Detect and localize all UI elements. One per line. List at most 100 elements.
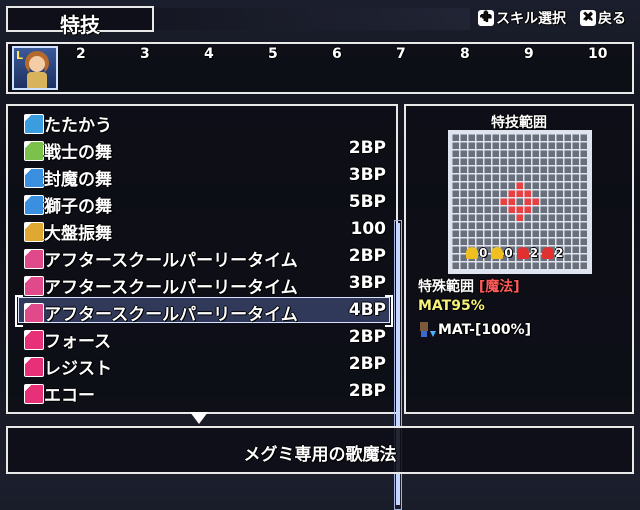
condition-value: 2 xyxy=(555,246,564,260)
party-slot-6[interactable]: 6 xyxy=(332,46,342,62)
range-cell xyxy=(564,190,571,197)
range-cell xyxy=(580,150,587,157)
range-cell xyxy=(476,134,483,141)
party-slot-4[interactable]: 4 xyxy=(204,46,214,62)
range-cell xyxy=(492,198,499,205)
range-cell xyxy=(532,174,539,181)
target-conditions: 0 0 2 2 xyxy=(466,246,563,260)
range-cell xyxy=(548,222,555,229)
range-cell xyxy=(508,214,515,221)
range-cell xyxy=(540,222,547,229)
range-cell xyxy=(532,238,539,245)
range-cell xyxy=(452,158,459,165)
skill-name: フォース xyxy=(44,332,112,352)
range-cell xyxy=(452,206,459,213)
range-cell xyxy=(492,230,499,237)
hint-skill-select: ✚ スキル選択 xyxy=(478,8,566,28)
range-cell xyxy=(508,166,515,173)
range-cell xyxy=(500,206,507,213)
skill-row[interactable]: アフタースクールパーリータイム 3BP xyxy=(20,272,386,298)
hint-back[interactable]: ✕ 戻る xyxy=(580,8,626,28)
party-slot-10[interactable]: 10 xyxy=(588,46,607,62)
range-cell xyxy=(564,142,571,149)
range-cell xyxy=(572,190,579,197)
range-cell xyxy=(540,190,547,197)
skill-name: 獅子の舞 xyxy=(44,197,112,217)
hint-back-label: 戻る xyxy=(598,11,626,27)
range-cell xyxy=(492,134,499,141)
skill-row[interactable]: 獅子の舞 5BP xyxy=(20,191,386,217)
range-cell xyxy=(476,214,483,221)
party-slot-2[interactable]: 2 xyxy=(76,46,86,62)
skill-row[interactable]: アフタースクールパーリータイム 4BP xyxy=(20,299,386,325)
range-cell xyxy=(548,134,555,141)
party-slot-3[interactable]: 3 xyxy=(140,46,150,62)
range-cell xyxy=(580,214,587,221)
range-cell xyxy=(492,174,499,181)
enemy-condition: 2 xyxy=(516,246,538,260)
range-cell xyxy=(516,198,523,205)
range-cell xyxy=(500,230,507,237)
range-cell xyxy=(460,182,467,189)
range-cell xyxy=(484,238,491,245)
range-cell xyxy=(500,198,507,205)
party-slot-9[interactable]: 9 xyxy=(524,46,534,62)
range-cell xyxy=(516,142,523,149)
range-cell xyxy=(564,182,571,189)
range-cell xyxy=(580,182,587,189)
character-portrait[interactable]: L xyxy=(12,46,58,90)
skill-row[interactable]: レジスト 2BP xyxy=(20,353,386,379)
range-cell xyxy=(452,222,459,229)
skill-row[interactable]: たたかう xyxy=(20,110,386,136)
range-cell xyxy=(548,182,555,189)
range-cell xyxy=(564,134,571,141)
range-cell xyxy=(452,150,459,157)
skill-row[interactable]: 大盤振舞 100 xyxy=(20,218,386,244)
party-slot-5[interactable]: 5 xyxy=(268,46,278,62)
skill-row[interactable]: エコー 2BP xyxy=(20,380,386,406)
range-cell xyxy=(468,166,475,173)
range-cell xyxy=(484,142,491,149)
party-slot-8[interactable]: 8 xyxy=(460,46,470,62)
body-shape xyxy=(27,72,47,88)
hint-skill-select-label: スキル選択 xyxy=(496,11,566,27)
range-cell xyxy=(452,238,459,245)
skill-icon xyxy=(24,141,44,161)
range-cell xyxy=(580,198,587,205)
range-cell xyxy=(524,262,531,269)
range-cell xyxy=(564,174,571,181)
range-cell xyxy=(524,214,531,221)
range-cell xyxy=(484,150,491,157)
range-cell xyxy=(556,262,563,269)
range-cell xyxy=(564,206,571,213)
scroll-down-arrow-icon[interactable] xyxy=(190,412,208,424)
range-cell xyxy=(556,206,563,213)
range-cell xyxy=(524,158,531,165)
range-cell xyxy=(452,166,459,173)
skill-row[interactable]: フォース 2BP xyxy=(20,326,386,352)
range-title: 特技範囲 xyxy=(491,115,547,131)
range-cell xyxy=(476,262,483,269)
party-slot-7[interactable]: 7 xyxy=(396,46,406,62)
range-cell xyxy=(452,262,459,269)
range-cell xyxy=(468,230,475,237)
skill-icon xyxy=(24,249,44,269)
range-cell xyxy=(460,206,467,213)
range-cell xyxy=(572,158,579,165)
range-cell xyxy=(540,166,547,173)
range-cell xyxy=(564,246,571,253)
range-cell xyxy=(484,198,491,205)
range-cell xyxy=(468,206,475,213)
range-cell xyxy=(564,222,571,229)
range-cell xyxy=(492,214,499,221)
skill-icon xyxy=(24,330,44,350)
skill-name: レジスト xyxy=(44,359,112,379)
skill-row[interactable]: 封魔の舞 3BP xyxy=(20,164,386,190)
range-cell xyxy=(540,150,547,157)
skill-row[interactable]: アフタースクールパーリータイム 2BP xyxy=(20,245,386,271)
skill-row[interactable]: 戦士の舞 2BP xyxy=(20,137,386,163)
range-cell xyxy=(580,262,587,269)
range-cell xyxy=(468,198,475,205)
range-cell xyxy=(548,174,555,181)
range-cell xyxy=(572,134,579,141)
